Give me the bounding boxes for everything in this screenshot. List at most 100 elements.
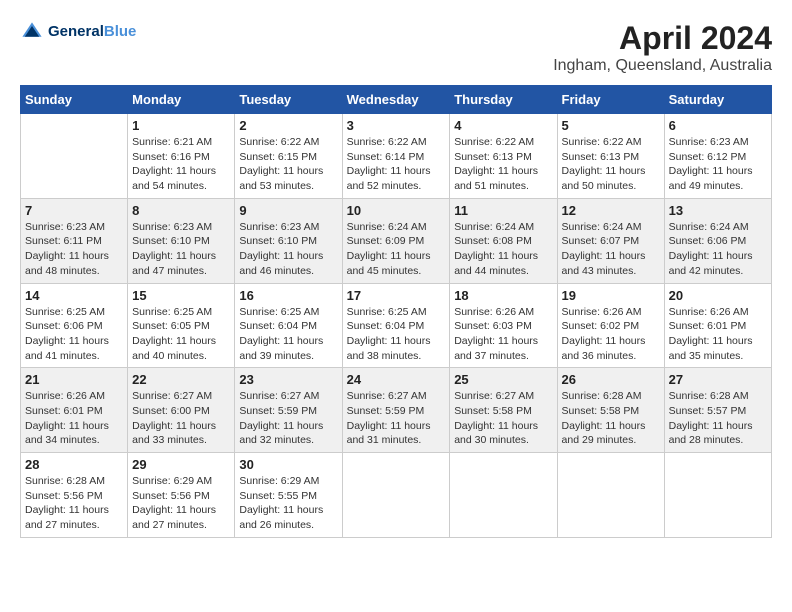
day-info: Sunrise: 6:22 AM Sunset: 6:14 PM Dayligh… (347, 135, 446, 194)
title-area: April 2024 Ingham, Queensland, Australia (553, 20, 772, 75)
header: GeneralBlue April 2024 Ingham, Queenslan… (20, 20, 772, 75)
calendar-cell: 5 Sunrise: 6:22 AM Sunset: 6:13 PM Daylig… (557, 114, 664, 199)
calendar-cell: 1 Sunrise: 6:21 AM Sunset: 6:16 PM Daylig… (128, 114, 235, 199)
calendar-cell (450, 453, 557, 538)
calendar-cell: 14 Sunrise: 6:25 AM Sunset: 6:06 PM Dayli… (21, 283, 128, 368)
calendar-week-row: 21 Sunrise: 6:26 AM Sunset: 6:01 PM Dayli… (21, 368, 772, 453)
calendar-cell: 21 Sunrise: 6:26 AM Sunset: 6:01 PM Dayli… (21, 368, 128, 453)
day-number: 24 (347, 372, 446, 387)
day-info: Sunrise: 6:22 AM Sunset: 6:13 PM Dayligh… (562, 135, 660, 194)
calendar-cell: 12 Sunrise: 6:24 AM Sunset: 6:07 PM Dayli… (557, 198, 664, 283)
calendar-cell: 15 Sunrise: 6:25 AM Sunset: 6:05 PM Dayli… (128, 283, 235, 368)
location-title: Ingham, Queensland, Australia (553, 57, 772, 75)
day-number: 27 (669, 372, 767, 387)
calendar-cell: 3Sunrise: 6:22 AM Sunset: 6:14 PM Daylig… (342, 114, 450, 199)
day-info: Sunrise: 6:27 AM Sunset: 5:59 PM Dayligh… (239, 389, 337, 448)
day-info: Sunrise: 6:29 AM Sunset: 5:55 PM Dayligh… (239, 474, 337, 533)
calendar-cell: 23 Sunrise: 6:27 AM Sunset: 5:59 PM Dayli… (235, 368, 342, 453)
day-info: Sunrise: 6:24 AM Sunset: 6:06 PM Dayligh… (669, 220, 767, 279)
weekday-header: Friday (557, 86, 664, 114)
day-info: Sunrise: 6:28 AM Sunset: 5:57 PM Dayligh… (669, 389, 767, 448)
day-number: 23 (239, 372, 337, 387)
calendar-cell (21, 114, 128, 199)
weekday-header: Tuesday (235, 86, 342, 114)
day-info: Sunrise: 6:22 AM Sunset: 6:15 PM Dayligh… (239, 135, 337, 194)
day-info: Sunrise: 6:25 AM Sunset: 6:04 PM Dayligh… (239, 305, 337, 364)
day-number: 30 (239, 457, 337, 472)
calendar-cell: 11 Sunrise: 6:24 AM Sunset: 6:08 PM Dayli… (450, 198, 557, 283)
calendar-cell: 2 Sunrise: 6:22 AM Sunset: 6:15 PM Daylig… (235, 114, 342, 199)
weekday-header-row: SundayMondayTuesdayWednesdayThursdayFrid… (21, 86, 772, 114)
calendar-cell: 19 Sunrise: 6:26 AM Sunset: 6:02 PM Dayli… (557, 283, 664, 368)
calendar-cell: 9 Sunrise: 6:23 AM Sunset: 6:10 PM Daylig… (235, 198, 342, 283)
day-info: Sunrise: 6:26 AM Sunset: 6:01 PM Dayligh… (669, 305, 767, 364)
day-number: 14 (25, 288, 123, 303)
day-number: 16 (239, 288, 337, 303)
day-info: Sunrise: 6:26 AM Sunset: 6:03 PM Dayligh… (454, 305, 552, 364)
day-info: Sunrise: 6:26 AM Sunset: 6:01 PM Dayligh… (25, 389, 123, 448)
day-number: 11 (454, 203, 552, 218)
calendar-cell (342, 453, 450, 538)
calendar-cell: 30 Sunrise: 6:29 AM Sunset: 5:55 PM Dayli… (235, 453, 342, 538)
day-number: 17 (347, 288, 446, 303)
month-title: April 2024 (553, 20, 772, 57)
day-number: 5 (562, 118, 660, 133)
logo-text: GeneralBlue (48, 24, 136, 41)
day-number: 29 (132, 457, 230, 472)
day-info: Sunrise: 6:21 AM Sunset: 6:16 PM Dayligh… (132, 135, 230, 194)
calendar-week-row: 7 Sunrise: 6:23 AM Sunset: 6:11 PM Daylig… (21, 198, 772, 283)
day-number: 4 (454, 118, 552, 133)
calendar-cell: 13Sunrise: 6:24 AM Sunset: 6:06 PM Dayli… (664, 198, 771, 283)
day-info: Sunrise: 6:26 AM Sunset: 6:02 PM Dayligh… (562, 305, 660, 364)
calendar-week-row: 14 Sunrise: 6:25 AM Sunset: 6:06 PM Dayli… (21, 283, 772, 368)
day-number: 28 (25, 457, 123, 472)
calendar-cell (664, 453, 771, 538)
calendar-cell: 20Sunrise: 6:26 AM Sunset: 6:01 PM Dayli… (664, 283, 771, 368)
day-number: 12 (562, 203, 660, 218)
calendar-cell: 10Sunrise: 6:24 AM Sunset: 6:09 PM Dayli… (342, 198, 450, 283)
day-number: 25 (454, 372, 552, 387)
calendar-cell: 4 Sunrise: 6:22 AM Sunset: 6:13 PM Daylig… (450, 114, 557, 199)
day-number: 21 (25, 372, 123, 387)
weekday-header: Sunday (21, 86, 128, 114)
calendar-cell: 29Sunrise: 6:29 AM Sunset: 5:56 PM Dayli… (128, 453, 235, 538)
day-info: Sunrise: 6:24 AM Sunset: 6:08 PM Dayligh… (454, 220, 552, 279)
day-info: Sunrise: 6:22 AM Sunset: 6:13 PM Dayligh… (454, 135, 552, 194)
day-info: Sunrise: 6:24 AM Sunset: 6:07 PM Dayligh… (562, 220, 660, 279)
calendar-cell: 25 Sunrise: 6:27 AM Sunset: 5:58 PM Dayli… (450, 368, 557, 453)
day-number: 10 (347, 203, 446, 218)
weekday-header: Monday (128, 86, 235, 114)
calendar-cell: 7 Sunrise: 6:23 AM Sunset: 6:11 PM Daylig… (21, 198, 128, 283)
day-info: Sunrise: 6:27 AM Sunset: 5:58 PM Dayligh… (454, 389, 552, 448)
logo-general: GeneralBlue (48, 24, 136, 41)
day-info: Sunrise: 6:28 AM Sunset: 5:58 PM Dayligh… (562, 389, 660, 448)
day-info: Sunrise: 6:23 AM Sunset: 6:10 PM Dayligh… (239, 220, 337, 279)
calendar-week-row: 1 Sunrise: 6:21 AM Sunset: 6:16 PM Daylig… (21, 114, 772, 199)
calendar-cell: 8Sunrise: 6:23 AM Sunset: 6:10 PM Daylig… (128, 198, 235, 283)
day-number: 22 (132, 372, 230, 387)
day-info: Sunrise: 6:28 AM Sunset: 5:56 PM Dayligh… (25, 474, 123, 533)
day-info: Sunrise: 6:25 AM Sunset: 6:04 PM Dayligh… (347, 305, 446, 364)
logo: GeneralBlue (20, 20, 136, 44)
day-info: Sunrise: 6:25 AM Sunset: 6:06 PM Dayligh… (25, 305, 123, 364)
calendar-week-row: 28 Sunrise: 6:28 AM Sunset: 5:56 PM Dayli… (21, 453, 772, 538)
day-number: 2 (239, 118, 337, 133)
calendar-cell: 28 Sunrise: 6:28 AM Sunset: 5:56 PM Dayli… (21, 453, 128, 538)
weekday-header: Saturday (664, 86, 771, 114)
day-info: Sunrise: 6:25 AM Sunset: 6:05 PM Dayligh… (132, 305, 230, 364)
day-number: 6 (669, 118, 767, 133)
day-number: 9 (239, 203, 337, 218)
day-info: Sunrise: 6:23 AM Sunset: 6:11 PM Dayligh… (25, 220, 123, 279)
day-number: 8 (132, 203, 230, 218)
calendar-cell: 16 Sunrise: 6:25 AM Sunset: 6:04 PM Dayli… (235, 283, 342, 368)
weekday-header: Wednesday (342, 86, 450, 114)
weekday-header: Thursday (450, 86, 557, 114)
day-number: 1 (132, 118, 230, 133)
day-number: 15 (132, 288, 230, 303)
day-number: 7 (25, 203, 123, 218)
calendar-cell: 18Sunrise: 6:26 AM Sunset: 6:03 PM Dayli… (450, 283, 557, 368)
day-info: Sunrise: 6:23 AM Sunset: 6:12 PM Dayligh… (669, 135, 767, 194)
calendar-cell: 26Sunrise: 6:28 AM Sunset: 5:58 PM Dayli… (557, 368, 664, 453)
day-number: 19 (562, 288, 660, 303)
calendar-cell: 24Sunrise: 6:27 AM Sunset: 5:59 PM Dayli… (342, 368, 450, 453)
